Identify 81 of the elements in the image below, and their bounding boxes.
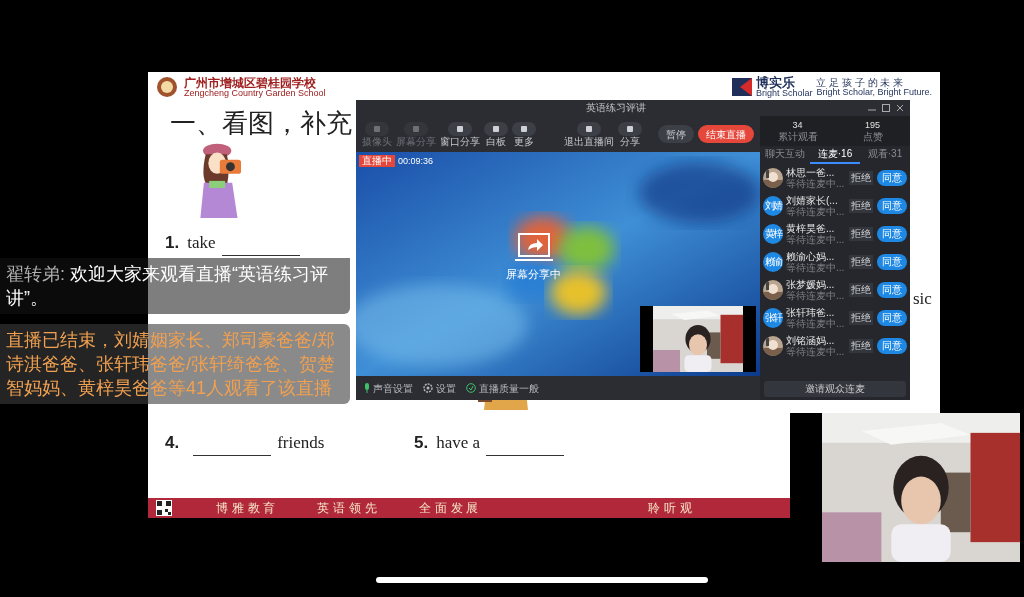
toolbar-icon [456, 124, 464, 133]
panel-tab[interactable]: 观看·31 [860, 146, 910, 164]
qr-code-icon [156, 500, 172, 516]
viewer-name: 赖渝心妈... [786, 251, 836, 262]
panel-tab[interactable]: 连麦·16 [810, 146, 860, 164]
reject-button[interactable]: 拒绝 [849, 199, 873, 213]
brand-motto: 立 足 孩 子 的 未 来 [816, 77, 905, 88]
accept-button[interactable]: 同意 [877, 282, 907, 298]
viewer-name: 林思一爸... [786, 167, 836, 178]
accept-button[interactable]: 同意 [877, 170, 907, 186]
toolbar-icon [520, 124, 528, 133]
accept-button[interactable]: 同意 [877, 226, 907, 242]
stat-label: 点赞 [862, 131, 883, 142]
brand-slogan: Bright Scholar, Bright Future. [816, 87, 932, 97]
pause-button[interactable]: 暂停 [658, 125, 694, 143]
viewer-name: 刘铭涵妈... [786, 335, 836, 346]
school-name: 广州市增城区碧桂园学校 [184, 76, 316, 89]
reject-button[interactable]: 拒绝 [849, 171, 873, 185]
viewer-status: 等待连麦中... [786, 178, 846, 189]
stat-value: 195 [865, 120, 880, 130]
settings-icon [423, 383, 433, 393]
viewer-status: 等待连麦中... [786, 262, 846, 273]
reject-button[interactable]: 拒绝 [849, 283, 873, 297]
slide-heading: 一、看图，补充 [170, 107, 352, 140]
toolbar-button[interactable]: 窗口分享 [440, 121, 480, 147]
panel-tab[interactable]: 聊天互动 [760, 146, 810, 164]
reject-button[interactable]: 拒绝 [849, 227, 873, 241]
microphone-icon [364, 383, 370, 393]
exercise-text: take [187, 232, 216, 254]
bottom-bar-button[interactable]: 设置 [423, 380, 456, 396]
viewer-status: 等待连麦中... [786, 290, 846, 301]
live-ended-notice: 直播已结束，刘婧姻家长、郑司豪爸爸/郑诗淇爸爸、张轩玮爸爸/张轩绮爸爸、贺楚智妈妈、黄梓昊爸爸等41人观看了该直播 [6, 329, 336, 400]
accept-button[interactable]: 同意 [877, 254, 907, 270]
stat-value: 34 [792, 120, 803, 130]
avatar: 黄梓 [763, 224, 783, 244]
toolbar-icon [373, 124, 381, 133]
footer-slogan: 英 语 领 先 [317, 500, 377, 517]
avatar: 赖渝 [763, 252, 783, 272]
brand-name: 博实乐 [755, 76, 795, 89]
bottom-bar-button[interactable]: 声音设置 [364, 380, 413, 396]
toolbar-icon [585, 124, 593, 133]
avatar: 刘婧 [763, 196, 783, 216]
school-emblem-icon [156, 76, 178, 98]
close-icon[interactable] [896, 104, 904, 112]
viewer-status: 等待连麦中... [786, 318, 846, 329]
viewer-status: 等待连麦中... [786, 346, 846, 357]
accept-button[interactable]: 同意 [877, 338, 907, 354]
bottom-bar-button[interactable]: 直播质量一般 [466, 380, 539, 396]
stat-label: 累计观看 [777, 131, 818, 142]
avatar: 张轩 [763, 308, 783, 328]
viewer-name: 张梦媛妈... [786, 279, 836, 290]
footer-slogan: 博 雅 教 育 [216, 500, 276, 517]
accept-button[interactable]: 同意 [877, 198, 907, 214]
exercise-number: 4. [165, 432, 180, 454]
toolbar-icon [412, 124, 420, 133]
exercise-number: 5. [414, 432, 429, 454]
brand-logo-icon [731, 78, 752, 96]
invite-button[interactable]: 邀请观众连麦 [764, 381, 906, 397]
toolbar-icon [626, 124, 634, 133]
viewer-status: 等待连麦中... [786, 206, 846, 217]
accept-button[interactable]: 同意 [877, 310, 907, 326]
footer-slogan: 聆 听 观 [648, 500, 692, 517]
reject-button[interactable]: 拒绝 [849, 255, 873, 269]
maximize-icon[interactable] [882, 104, 890, 112]
toolbar-icon [492, 124, 500, 133]
footer-slogan: 全 面 发 展 [418, 500, 479, 517]
viewer-name: 黄梓昊爸... [786, 223, 836, 234]
viewer-status: 等待连麦中... [786, 234, 846, 245]
window-title: 英语练习评讲 [586, 103, 646, 113]
viewer-name: 刘婧家长(... [786, 195, 839, 206]
school-name-english: Zengcheng Country Garden School [184, 88, 326, 98]
reject-button[interactable]: 拒绝 [849, 339, 873, 353]
reject-button[interactable]: 拒绝 [849, 311, 873, 325]
exercise-number: 1. [165, 232, 180, 254]
exercise-text: sic [913, 288, 932, 310]
viewer-name: 张轩玮爸... [786, 307, 836, 318]
toolbar-button[interactable]: 退出直播间 [564, 121, 614, 147]
exercise-text: have a [436, 432, 481, 454]
exercise-text: friends [277, 432, 325, 454]
brand-name-english: Bright Scholar [755, 89, 813, 98]
end-live-button[interactable]: 结束直播 [698, 125, 754, 143]
